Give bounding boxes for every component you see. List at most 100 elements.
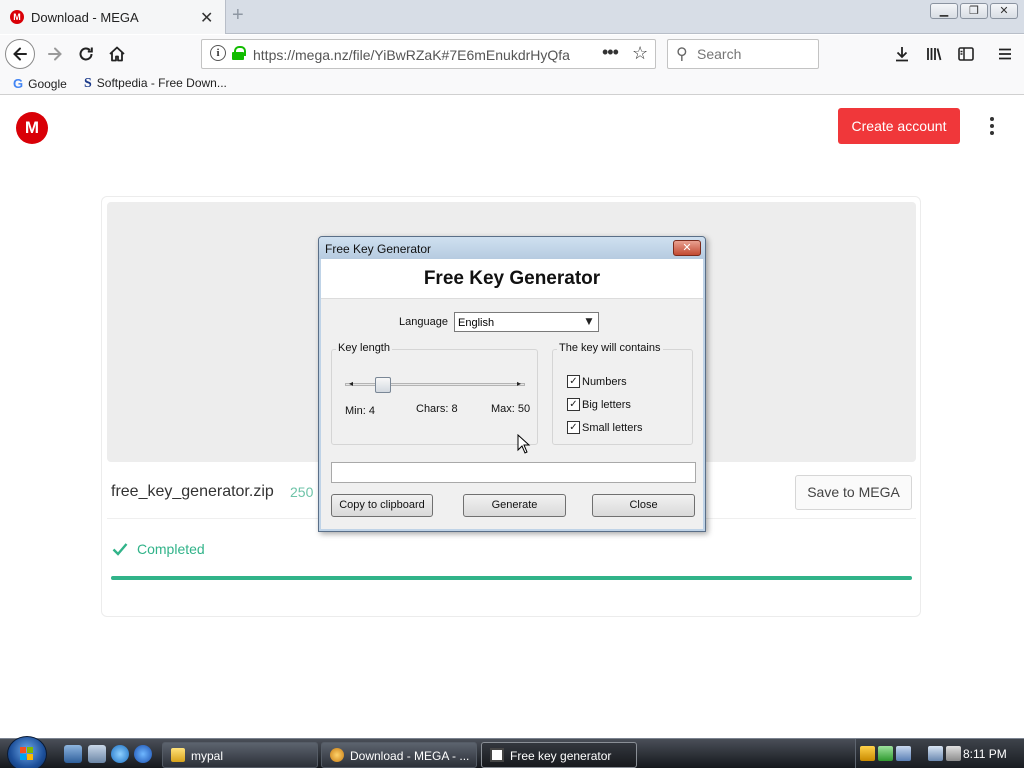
start-button[interactable] xyxy=(7,736,47,768)
language-select[interactable]: English ▼ xyxy=(454,312,599,332)
forward-button[interactable] xyxy=(40,39,70,69)
file-name: free_key_generator.zip xyxy=(111,483,274,500)
slider-thumb[interactable] xyxy=(375,377,391,393)
tab-download-mega[interactable]: M Download - MEGA ✕ xyxy=(0,0,226,34)
close-button[interactable]: Close xyxy=(592,494,695,517)
tab-bar: M Download - MEGA ✕ + ▁ ❐ ✕ xyxy=(0,0,1024,34)
save-to-mega-button[interactable]: Save to MEGA xyxy=(795,475,912,510)
home-button[interactable] xyxy=(102,39,132,69)
volume-muted-icon[interactable] xyxy=(946,746,961,761)
search-box[interactable]: ⚲ xyxy=(667,39,819,69)
small-letters-checkbox[interactable]: ✓ xyxy=(567,421,580,434)
page-actions-icon[interactable]: ••• xyxy=(602,42,619,63)
arrow-left-icon xyxy=(13,47,27,61)
taskbar-label: Free key generator xyxy=(510,749,612,763)
security-shield-icon[interactable] xyxy=(860,746,875,761)
google-icon: G xyxy=(13,76,24,91)
bookmark-label: Google xyxy=(28,77,67,91)
generated-key-field[interactable] xyxy=(331,462,696,483)
bookmark-label: Softpedia - Free Down... xyxy=(96,76,227,90)
big-letters-label: Big letters xyxy=(582,399,631,411)
show-desktop-icon[interactable] xyxy=(64,745,82,763)
arrow-right-icon xyxy=(48,47,62,61)
more-options-icon[interactable] xyxy=(985,117,999,139)
key-generator-icon xyxy=(490,748,504,762)
url-text[interactable]: https://mega.nz/file/YiBwRZaK#7E6mEnukdr… xyxy=(253,47,593,63)
clock[interactable]: 8:11 PM xyxy=(963,747,1007,761)
dialog-heading: Free Key Generator xyxy=(423,268,601,289)
slider-track xyxy=(345,383,525,386)
taskbar-label: mypal xyxy=(191,749,224,763)
hamburger-menu-icon[interactable] xyxy=(992,41,1018,67)
slider-chars-label: Chars: 8 xyxy=(416,403,458,415)
free-key-generator-dialog: Free Key Generator ✕ Free Key Generator … xyxy=(318,236,706,532)
dialog-titlebar[interactable]: Free Key Generator ✕ xyxy=(319,237,705,259)
key-length-group: Key length xyxy=(331,342,538,445)
padlock-icon xyxy=(232,46,246,60)
bookmark-google[interactable]: G Google xyxy=(13,76,67,91)
dialog-window-title: Free Key Generator xyxy=(325,242,432,256)
bookmark-softpedia[interactable]: S Softpedia - Free Down... xyxy=(84,76,227,92)
new-tab-button[interactable]: + xyxy=(232,4,244,27)
copy-to-clipboard-button[interactable]: Copy to clipboard xyxy=(331,494,433,517)
close-tab-icon[interactable]: ✕ xyxy=(200,8,213,28)
display-icon[interactable] xyxy=(928,746,943,761)
language-value: English xyxy=(458,317,495,329)
browser-icon[interactable] xyxy=(134,745,152,763)
window-controls: ▁ ❐ ✕ xyxy=(930,3,1018,19)
key-length-label: Key length xyxy=(336,342,392,354)
update-icon[interactable] xyxy=(878,746,893,761)
slider-right-arrow-icon: ▸ xyxy=(516,379,521,388)
mega-favicon-icon: M xyxy=(10,10,24,24)
reload-icon xyxy=(79,47,93,61)
bookmark-star-icon[interactable]: ☆ xyxy=(632,43,648,64)
taskbar-item-mypal[interactable]: mypal xyxy=(162,742,318,768)
switch-windows-icon[interactable] xyxy=(88,745,106,763)
taskbar: mypal Download - MEGA - ... Free key gen… xyxy=(0,736,1024,768)
numbers-checkbox[interactable]: ✓ xyxy=(567,375,580,388)
dialog-close-icon[interactable]: ✕ xyxy=(673,240,701,256)
site-info-icon[interactable]: i xyxy=(210,45,226,61)
create-account-button[interactable]: Create account xyxy=(838,108,960,144)
address-bar[interactable]: i https://mega.nz/file/YiBwRZaK#7E6mEnuk… xyxy=(201,39,656,69)
download-progress-bar xyxy=(111,576,912,580)
search-icon: ⚲ xyxy=(676,44,688,63)
minimize-button[interactable]: ▁ xyxy=(930,3,958,19)
mouse-cursor-icon xyxy=(517,434,531,454)
file-size: 250 xyxy=(290,484,314,500)
progress-fill xyxy=(111,576,912,580)
back-button[interactable] xyxy=(5,39,35,69)
big-letters-checkbox[interactable]: ✓ xyxy=(567,398,580,411)
taskbar-item-download-mega[interactable]: Download - MEGA - ... xyxy=(321,742,477,768)
taskbar-label: Download - MEGA - ... xyxy=(350,749,470,763)
app-icon xyxy=(330,748,344,762)
reload-button[interactable] xyxy=(71,39,101,69)
internet-explorer-icon[interactable] xyxy=(111,745,129,763)
key-contains-label: The key will contains xyxy=(557,342,663,354)
sidebar-icon[interactable] xyxy=(953,41,979,67)
softpedia-icon: S xyxy=(84,76,92,91)
dialog-header: Free Key Generator xyxy=(321,259,703,299)
taskbar-item-free-key-generator[interactable]: Free key generator xyxy=(481,742,637,768)
slider-min-label: Min: 4 xyxy=(345,405,375,417)
mega-logo[interactable]: M xyxy=(16,112,48,144)
search-input[interactable] xyxy=(697,46,812,62)
maximize-button[interactable]: ❐ xyxy=(960,3,988,19)
library-icon[interactable] xyxy=(921,41,947,67)
home-icon xyxy=(109,46,125,62)
slider-left-arrow-icon: ◂ xyxy=(349,379,354,388)
key-length-slider[interactable]: ◂ ▸ xyxy=(345,377,525,396)
generate-button[interactable]: Generate xyxy=(463,494,566,517)
chevron-down-icon: ▼ xyxy=(585,317,593,327)
network-icon[interactable] xyxy=(896,746,911,761)
tab-title: Download - MEGA xyxy=(31,10,139,25)
small-letters-label: Small letters xyxy=(582,422,643,434)
bookmarks-toolbar: G Google S Softpedia - Free Down... xyxy=(0,73,1024,95)
slider-max-label: Max: 50 xyxy=(491,403,531,415)
folder-icon xyxy=(171,748,185,762)
download-icon[interactable] xyxy=(889,41,915,67)
numbers-label: Numbers xyxy=(582,376,627,388)
close-window-button[interactable]: ✕ xyxy=(990,3,1018,19)
windows-logo-icon xyxy=(20,747,34,761)
dialog-body: Free Key Generator Language English ▼ Ke… xyxy=(321,259,703,529)
